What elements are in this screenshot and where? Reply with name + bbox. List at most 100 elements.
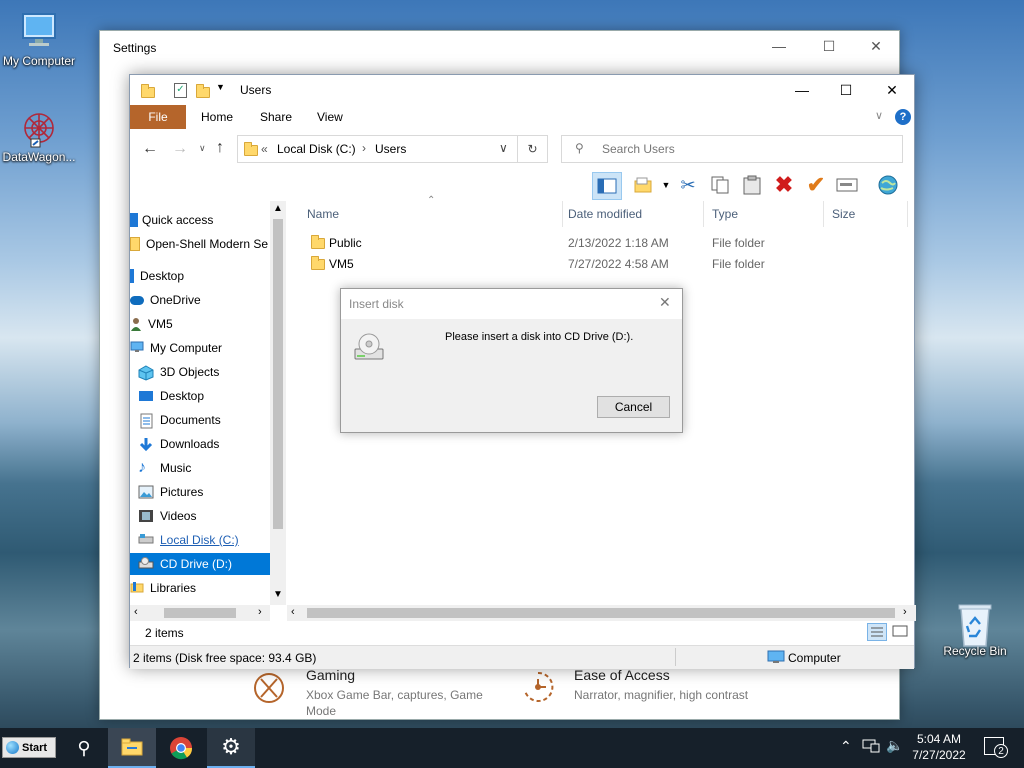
item-count: 2 items [145, 626, 184, 640]
settings-close-button[interactable]: ✕ [853, 31, 899, 61]
nav-horizontal-scrollbar[interactable]: ‹ › [130, 605, 270, 621]
nav-item-desktop[interactable]: Desktop [130, 265, 270, 287]
settings-gear-icon[interactable]: ⚙ [207, 728, 255, 768]
nav-item-user[interactable]: VM5 [130, 313, 270, 335]
help-icon[interactable]: ? [895, 109, 911, 125]
copy-icon[interactable] [708, 173, 732, 197]
search-icon[interactable]: ⚲ [60, 728, 108, 768]
nav-item-label: CD Drive (D:) [160, 557, 232, 571]
desktop-icon-recycle-bin[interactable]: Recycle Bin [935, 602, 1015, 658]
address-overflow[interactable]: « [261, 142, 268, 156]
nav-item-videos[interactable]: Videos [138, 505, 278, 527]
file-explorer-taskbar-icon[interactable] [108, 728, 156, 768]
scroll-thumb[interactable] [273, 219, 283, 529]
cancel-button[interactable]: Cancel [597, 396, 670, 418]
clock[interactable]: 5:04 AM 7/27/2022 [908, 731, 970, 763]
scroll-up-icon[interactable]: ▲ [273, 203, 283, 214]
chrome-icon[interactable] [157, 728, 205, 768]
scroll-right-icon[interactable]: › [258, 606, 262, 618]
scroll-left-icon[interactable]: ‹ [134, 606, 138, 618]
nav-item-onedrive[interactable]: OneDrive [130, 289, 270, 311]
notifications-icon[interactable]: 2 [984, 737, 1008, 758]
nav-item-downloads[interactable]: Downloads [138, 433, 278, 455]
nav-vertical-scrollbar[interactable]: ▲ ▼ [270, 201, 286, 605]
properties-icon[interactable]: ✓ [174, 83, 187, 98]
breadcrumb-local-disk[interactable]: Local Disk (C:) [277, 142, 356, 156]
nav-item-desktop-2[interactable]: Desktop [138, 385, 278, 407]
large-icons-view-icon[interactable] [891, 623, 911, 641]
globe-icon[interactable] [876, 173, 900, 197]
explorer-close-button[interactable]: ✕ [869, 75, 915, 105]
settings-category-ease-of-access[interactable]: Ease of Access Narrator, magnifier, high… [520, 667, 754, 707]
settings-category-gaming[interactable]: Gaming Xbox Game Bar, captures, Game Mod… [252, 667, 486, 719]
cut-icon[interactable]: ✂ [676, 173, 700, 197]
settings-minimize-button[interactable]: — [756, 31, 802, 61]
new-folder-icon[interactable] [632, 173, 656, 197]
category-description: Narrator, magnifier, high contrast [574, 688, 749, 702]
nav-item-documents[interactable]: Documents [138, 409, 278, 431]
dialog-message: Please insert a disk into CD Drive (D:). [445, 331, 634, 343]
dialog-close-icon[interactable]: ✕ [659, 294, 671, 311]
cd-drive-icon [138, 557, 154, 571]
nav-item-libraries[interactable]: Libraries [130, 577, 270, 599]
tab-view[interactable]: View [303, 105, 357, 129]
scroll-down-icon[interactable]: ▼ [273, 589, 283, 600]
refresh-button[interactable]: ↻ [518, 135, 548, 163]
new-folder-icon[interactable] [196, 84, 210, 98]
address-bar[interactable]: « Local Disk (C:) › Users ∨ [237, 135, 518, 163]
breadcrumb-users[interactable]: Users [375, 142, 406, 156]
column-header-size[interactable]: Size [828, 201, 908, 227]
scroll-thumb[interactable] [307, 608, 895, 618]
tab-share[interactable]: Share [246, 105, 306, 129]
show-hidden-icons-icon[interactable]: ⌃ [840, 738, 852, 755]
file-row[interactable]: Public 2/13/2022 1:18 AM File folder [297, 233, 897, 254]
nav-item-open-shell[interactable]: Open-Shell Modern Se [130, 233, 270, 255]
back-icon[interactable]: ← [142, 140, 158, 158]
start-button[interactable]: Start [2, 737, 56, 758]
nav-item-quick-access[interactable]: Quick access [130, 209, 270, 231]
preview-pane-icon[interactable] [592, 172, 622, 200]
nav-item-my-computer[interactable]: My Computer [130, 337, 270, 359]
nav-item-music[interactable]: ♪ Music [138, 457, 278, 479]
network-icon[interactable] [862, 738, 880, 757]
new-folder-dropdown-icon[interactable]: ▼ [654, 173, 678, 197]
tab-home[interactable]: Home [187, 105, 247, 129]
nav-item-pictures[interactable]: Pictures [138, 481, 278, 503]
tab-file[interactable]: File [130, 105, 186, 129]
content-horizontal-scrollbar[interactable]: ‹ › [287, 605, 916, 621]
folder-icon [130, 237, 140, 251]
nav-item-local-disk[interactable]: Local Disk (C:) [138, 529, 278, 551]
checkmark-icon[interactable]: ✔ [804, 172, 828, 197]
explorer-maximize-button[interactable]: ☐ [823, 75, 869, 105]
address-dropdown-icon[interactable]: ∨ [499, 141, 508, 155]
settings-title: Settings [113, 41, 157, 55]
column-header-type[interactable]: Type [708, 201, 824, 227]
scroll-left-icon[interactable]: ‹ [291, 606, 295, 618]
delete-icon[interactable]: ✖ [772, 172, 796, 197]
recent-locations-icon[interactable]: ∨ [199, 143, 206, 154]
scroll-thumb[interactable] [164, 608, 236, 618]
desktop-icon-my-computer[interactable]: My Computer [0, 12, 79, 68]
up-icon[interactable]: ↑ [216, 139, 224, 157]
nav-item-cd-drive[interactable]: CD Drive (D:) [130, 553, 270, 575]
start-label: Start [22, 741, 48, 754]
explorer-minimize-button[interactable]: — [779, 75, 825, 105]
details-view-icon[interactable] [867, 623, 887, 641]
scroll-right-icon[interactable]: › [903, 606, 907, 618]
desktop-icon-datawagon[interactable]: DataWagon... [0, 108, 79, 164]
file-row[interactable]: VM5 7/27/2022 4:58 AM File folder [297, 254, 897, 275]
search-input[interactable]: ⚲ Search Users [561, 135, 903, 163]
document-icon [138, 413, 154, 429]
forward-icon[interactable]: → [172, 140, 188, 158]
rename-icon[interactable] [835, 173, 859, 197]
ribbon-expand-icon[interactable]: ∨ [875, 109, 883, 122]
star-icon [130, 213, 138, 227]
qat-dropdown-icon[interactable]: ▼ [216, 82, 225, 92]
settings-maximize-button[interactable]: ☐ [806, 31, 852, 61]
nav-item-3d-objects[interactable]: 3D Objects [138, 361, 278, 383]
paste-icon[interactable] [740, 173, 764, 197]
column-header-date[interactable]: Date modified [564, 201, 704, 227]
volume-icon[interactable]: 🔈 [886, 737, 903, 754]
nav-item-label: Pictures [160, 485, 204, 499]
column-header-name[interactable]: Name [303, 201, 563, 227]
